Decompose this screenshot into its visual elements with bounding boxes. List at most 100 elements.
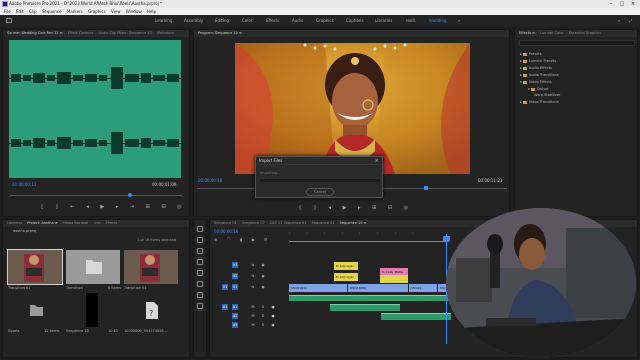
search-icon[interactable]: ⌕: [618, 15, 620, 27]
tab-effects[interactable]: Effects ≡: [519, 31, 535, 35]
clip-adjustment-layer[interactable]: fx Adj Layer: [334, 262, 358, 270]
sync-lock-icon[interactable]: ⇆: [250, 284, 256, 290]
razor-icon[interactable]: [197, 259, 203, 265]
workspaces-overflow[interactable]: »: [458, 15, 460, 27]
program-timecode[interactable]: 00:00:00:16: [198, 178, 222, 183]
clip-audio[interactable]: [330, 304, 400, 311]
maximize-button[interactable]: □: [617, 0, 627, 8]
sync-lock-icon[interactable]: ⇆: [250, 273, 256, 279]
tab-media-browser[interactable]: Media Browser: [63, 221, 89, 225]
clip-video[interactable]: DSC01684: [348, 284, 408, 292]
close-window-button[interactable]: ×: [628, 0, 638, 8]
workspace-graphics[interactable]: Graphics: [316, 15, 334, 27]
bin-item-missing[interactable]: ?: [124, 293, 178, 327]
tab-project[interactable]: Project: Aastha ≡: [27, 221, 57, 225]
menu-file[interactable]: File: [4, 8, 11, 15]
solo-button[interactable]: S: [260, 313, 266, 319]
clip-audio[interactable]: [381, 313, 451, 320]
tab-sequence-01b[interactable]: Sequence 01: [312, 221, 335, 225]
clip-adjustment-layer[interactable]: fx Adj Layer: [334, 273, 358, 281]
work-area-bar[interactable]: [289, 241, 449, 242]
track-target-a3[interactable]: A3: [232, 322, 238, 328]
fx-presets[interactable]: ▸ Presets: [520, 52, 542, 56]
timeline-timecode[interactable]: 00:00:00:16: [214, 229, 238, 234]
tab-lumetri-color[interactable]: Lumetri Color: [540, 31, 564, 35]
bin-item-folder[interactable]: [8, 293, 62, 327]
microphone-icon[interactable]: ●: [270, 304, 276, 310]
track-target-v1[interactable]: V1: [232, 284, 238, 290]
tab-dst-sequence[interactable]: DST 07 Sequence 01: [270, 221, 307, 225]
slip-icon[interactable]: [197, 270, 203, 276]
track-target-v3[interactable]: V3: [232, 262, 238, 268]
source-scrub-bar[interactable]: [10, 195, 182, 196]
tab-sequence-10[interactable]: Sequence 10 ≡: [340, 221, 367, 225]
minimize-button[interactable]: –: [606, 0, 616, 8]
audio-waveform[interactable]: [9, 40, 181, 178]
microphone-icon[interactable]: ●: [270, 313, 276, 319]
tab-effects-project[interactable]: Effects: [105, 221, 117, 225]
source-transport-controls[interactable]: ⦃ ⦄ ⇤ ◂ ▶ ▸ ⇥ ⊞ ⊟ ◎: [40, 204, 187, 210]
fx-video-transitions[interactable]: ▸ Video Transitions: [520, 100, 559, 104]
workspace-captions[interactable]: Captions: [346, 15, 364, 27]
fx-audio-effects[interactable]: ▸ Audio Effects: [520, 66, 552, 70]
tab-libraries[interactable]: Libraries: [7, 221, 22, 225]
selection-icon[interactable]: [197, 226, 203, 232]
playhead-handle[interactable]: [443, 236, 450, 241]
mute-button[interactable]: M: [250, 322, 256, 328]
tab-sequence-01[interactable]: Sequence 01: [214, 221, 237, 225]
eye-icon[interactable]: ◉: [260, 284, 266, 290]
clip-audio[interactable]: [289, 295, 467, 301]
track-target-a1[interactable]: A1: [232, 304, 238, 310]
program-video-frame[interactable]: [235, 43, 470, 174]
mute-button[interactable]: M: [250, 304, 256, 310]
clip-adjustment-layer[interactable]: [380, 275, 408, 283]
hand-icon[interactable]: [197, 292, 203, 298]
source-timecode[interactable]: 00:00:00:11: [12, 182, 36, 187]
menu-edit[interactable]: Edit: [16, 8, 24, 15]
track-target-a2[interactable]: A2: [232, 313, 238, 319]
fx-video-effects[interactable]: ▾ Video Effects: [520, 80, 552, 84]
lock-icon[interactable]: [222, 262, 228, 268]
tab-source[interactable]: Source: Wedding Cine Rec 11 ≡: [7, 31, 63, 35]
fullscreen-icon[interactable]: ⤢: [629, 15, 632, 27]
home-icon[interactable]: [6, 18, 12, 23]
menu-graphics[interactable]: Graphics: [88, 8, 106, 15]
workspace-audio[interactable]: Audio: [292, 15, 303, 27]
workspace-assembly[interactable]: Assembly: [184, 15, 203, 27]
sync-lock-icon[interactable]: ⇆: [250, 262, 256, 268]
type-icon[interactable]: [197, 303, 203, 309]
timeline-toolbar[interactable]: ⊕ ⌒ ▮ ◆ ⚙: [214, 237, 271, 243]
pen-icon[interactable]: [197, 281, 203, 287]
menu-markers[interactable]: Markers: [67, 8, 83, 15]
solo-button[interactable]: S: [260, 304, 266, 310]
time-ruler[interactable]: | | | | | | | |: [289, 232, 449, 238]
menu-help[interactable]: Help: [147, 8, 156, 15]
workspace-effects[interactable]: Effects: [266, 15, 280, 27]
eye-icon[interactable]: ◉: [260, 273, 266, 279]
program-playhead[interactable]: [424, 186, 428, 190]
workspace-learning[interactable]: Learning: [155, 15, 172, 27]
workspace-color[interactable]: Color: [242, 15, 252, 27]
menu-window[interactable]: Window: [126, 8, 142, 15]
ripple-edit-icon[interactable]: [197, 248, 203, 254]
tab-metadata[interactable]: Metadata: [157, 31, 174, 35]
close-icon[interactable]: ×: [375, 157, 379, 165]
workspace-libraries[interactable]: Libraries: [375, 15, 392, 27]
workspace-editing[interactable]: Editing: [215, 15, 229, 27]
microphone-icon[interactable]: ●: [270, 322, 276, 328]
workspace-reels[interactable]: reels: [406, 15, 416, 27]
solo-button[interactable]: S: [260, 322, 266, 328]
tab-program[interactable]: Program: Sequence 10 ≡: [198, 31, 242, 35]
cancel-button[interactable]: Cancel: [306, 188, 334, 196]
clip-video[interactable]: DSC01...: [409, 284, 437, 292]
tab-sequence-07[interactable]: Sequence 07: [242, 221, 265, 225]
bin-item-video[interactable]: [124, 250, 178, 284]
eye-icon[interactable]: ◉: [260, 262, 266, 268]
bin-item-folder[interactable]: [66, 250, 120, 284]
source-playhead[interactable]: [128, 193, 132, 197]
source-patch-v1[interactable]: V1: [222, 284, 228, 290]
effects-search-input[interactable]: [519, 40, 635, 46]
tab-effect-controls[interactable]: Effect Controls: [68, 31, 94, 35]
fx-distort[interactable]: ▾ Distort: [528, 87, 549, 91]
tab-essential-graphics[interactable]: Essential Graphics: [569, 31, 601, 35]
